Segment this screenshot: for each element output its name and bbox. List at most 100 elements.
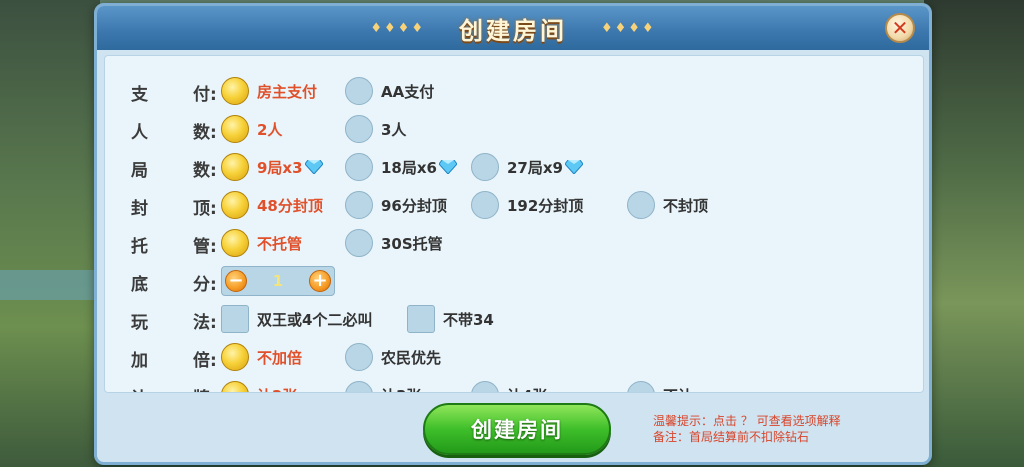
option-label: 27局x9 [507, 158, 563, 177]
option-label: 192分封顶 [507, 196, 584, 215]
option-owner-pay[interactable]: 房主支付 [221, 76, 317, 106]
option-cap-192[interactable]: 192分封顶 [471, 190, 583, 220]
empty-radio-icon [627, 381, 655, 392]
option-9-rounds[interactable]: 9局x3 [221, 152, 323, 182]
row-label-2: 数: [193, 161, 217, 181]
option-label: 不封顶 [663, 196, 709, 215]
gold-coin-radio-icon [221, 381, 249, 392]
option-label: 18局x6 [381, 158, 437, 177]
row-base-score: 底 分: − 1 + [105, 262, 923, 300]
option-no-cap[interactable]: 不封顶 [627, 190, 708, 220]
row-label-1: 让 [131, 384, 148, 392]
option-give-2[interactable]: 让2张 [221, 380, 297, 393]
options-panel[interactable]: 支 付: 房主支付 AA支付 人 数: 2人 3人 局 数: 9局x3 18局x… [104, 55, 924, 393]
empty-radio-icon [345, 115, 373, 143]
option-farmer-first[interactable]: 农民优先 [345, 342, 441, 372]
row-label-2: 倍: [193, 351, 217, 371]
empty-radio-icon [345, 381, 373, 392]
option-cap-48[interactable]: 48分封顶 [221, 190, 323, 220]
option-no-34[interactable]: 不带34 [407, 304, 494, 334]
option-no-trust[interactable]: 不托管 [221, 228, 302, 258]
gold-coin-radio-icon [221, 153, 249, 181]
tip-line-note: 备注：首局结算前不扣除钻石 [653, 430, 810, 444]
close-button[interactable]: ✕ [885, 13, 915, 43]
option-18-rounds[interactable]: 18局x6 [345, 152, 457, 182]
base-score-value: 1 [272, 272, 284, 290]
plus-button[interactable]: + [309, 270, 331, 292]
row-label-2: 法: [193, 313, 217, 333]
row-label-2: 顶: [193, 199, 217, 219]
background-left [0, 0, 100, 467]
option-label: 9局x3 [257, 158, 303, 177]
row-label-1: 局 [131, 161, 148, 181]
gold-coin-radio-icon [221, 229, 249, 257]
empty-radio-icon [345, 153, 373, 181]
title-deco-right: ♦♦♦♦ [601, 20, 656, 36]
option-2-players[interactable]: 2人 [221, 114, 282, 144]
gold-coin-radio-icon [221, 77, 249, 105]
empty-radio-icon [345, 191, 373, 219]
option-30s-trust[interactable]: 30S托管 [345, 228, 443, 258]
row-label-2: 管: [193, 237, 217, 257]
empty-radio-icon [471, 381, 499, 392]
option-label: AA支付 [381, 82, 435, 101]
title-deco-left: ♦♦♦♦ [370, 20, 425, 36]
gold-coin-radio-icon [221, 115, 249, 143]
checkbox-icon [407, 305, 435, 333]
empty-radio-icon [345, 343, 373, 371]
gold-coin-radio-icon [221, 343, 249, 371]
option-cap-96[interactable]: 96分封顶 [345, 190, 447, 220]
row-label-1: 底 [131, 275, 148, 295]
background-right [924, 0, 1024, 467]
row-trust: 托 管: 不托管 30S托管 [105, 224, 923, 262]
row-label-1: 加 [131, 351, 148, 371]
row-rounds: 局 数: 9局x3 18局x6 27局x9 [105, 148, 923, 186]
row-label-2: 付: [193, 85, 217, 105]
diamond-icon [304, 160, 323, 174]
option-label: 不加倍 [257, 348, 303, 367]
row-players: 人 数: 2人 3人 [105, 110, 923, 148]
option-3-players[interactable]: 3人 [345, 114, 406, 144]
option-label: 48分封顶 [257, 196, 323, 215]
option-no-give[interactable]: 不让 [627, 380, 693, 393]
dialog-title: 创建房间 [459, 16, 567, 45]
option-label: 双王或4个二必叫 [257, 310, 373, 329]
row-label-1: 支 [131, 85, 148, 105]
option-no-double[interactable]: 不加倍 [221, 342, 302, 372]
empty-radio-icon [471, 153, 499, 181]
option-label: 不让 [663, 385, 693, 393]
option-label: 30S托管 [381, 234, 443, 253]
minus-button[interactable]: − [225, 270, 247, 292]
create-room-button[interactable]: 创建房间 [423, 403, 611, 455]
empty-radio-icon [471, 191, 499, 219]
close-icon: ✕ [891, 16, 909, 40]
option-give-3[interactable]: 让3张 [345, 380, 421, 393]
row-label-1: 玩 [131, 313, 148, 333]
base-score-stepper: − 1 + [221, 266, 335, 296]
option-label: 让3张 [381, 385, 421, 393]
option-give-4[interactable]: 让4张 [471, 380, 547, 393]
option-label: 不托管 [257, 234, 303, 253]
row-give-cards: 让 牌: 让2张 让3张 让4张 不让 [105, 376, 923, 393]
gold-coin-radio-icon [221, 191, 249, 219]
option-double-king-call[interactable]: 双王或4个二必叫 [221, 304, 372, 334]
option-label: 2人 [257, 120, 283, 139]
option-label: 3人 [381, 120, 407, 139]
option-aa-pay[interactable]: AA支付 [345, 76, 434, 106]
option-label: 让4张 [507, 385, 547, 393]
empty-radio-icon [627, 191, 655, 219]
empty-radio-icon [345, 229, 373, 257]
row-label-2: 分: [193, 275, 217, 295]
option-27-rounds[interactable]: 27局x9 [471, 152, 583, 182]
tip-line-hint: 温馨提示：点击 ？ 可查看选项解释 [653, 414, 841, 428]
create-room-dialog: ♦♦♦♦ 创建房间 ♦♦♦♦ ✕ 支 付: 房主支付 AA支付 人 数: 2人 [94, 3, 932, 465]
tips-text: 温馨提示：点击 ？ 可查看选项解释 备注：首局结算前不扣除钻石 [653, 413, 841, 445]
option-label: 不带34 [443, 310, 494, 329]
row-double: 加 倍: 不加倍 农民优先 [105, 338, 923, 376]
row-label-1: 托 [131, 237, 148, 257]
option-label: 让2张 [257, 385, 297, 393]
checkbox-icon [221, 305, 249, 333]
option-label: 96分封顶 [381, 196, 447, 215]
row-label-1: 人 [131, 123, 148, 143]
row-pay: 支 付: 房主支付 AA支付 [105, 72, 923, 110]
